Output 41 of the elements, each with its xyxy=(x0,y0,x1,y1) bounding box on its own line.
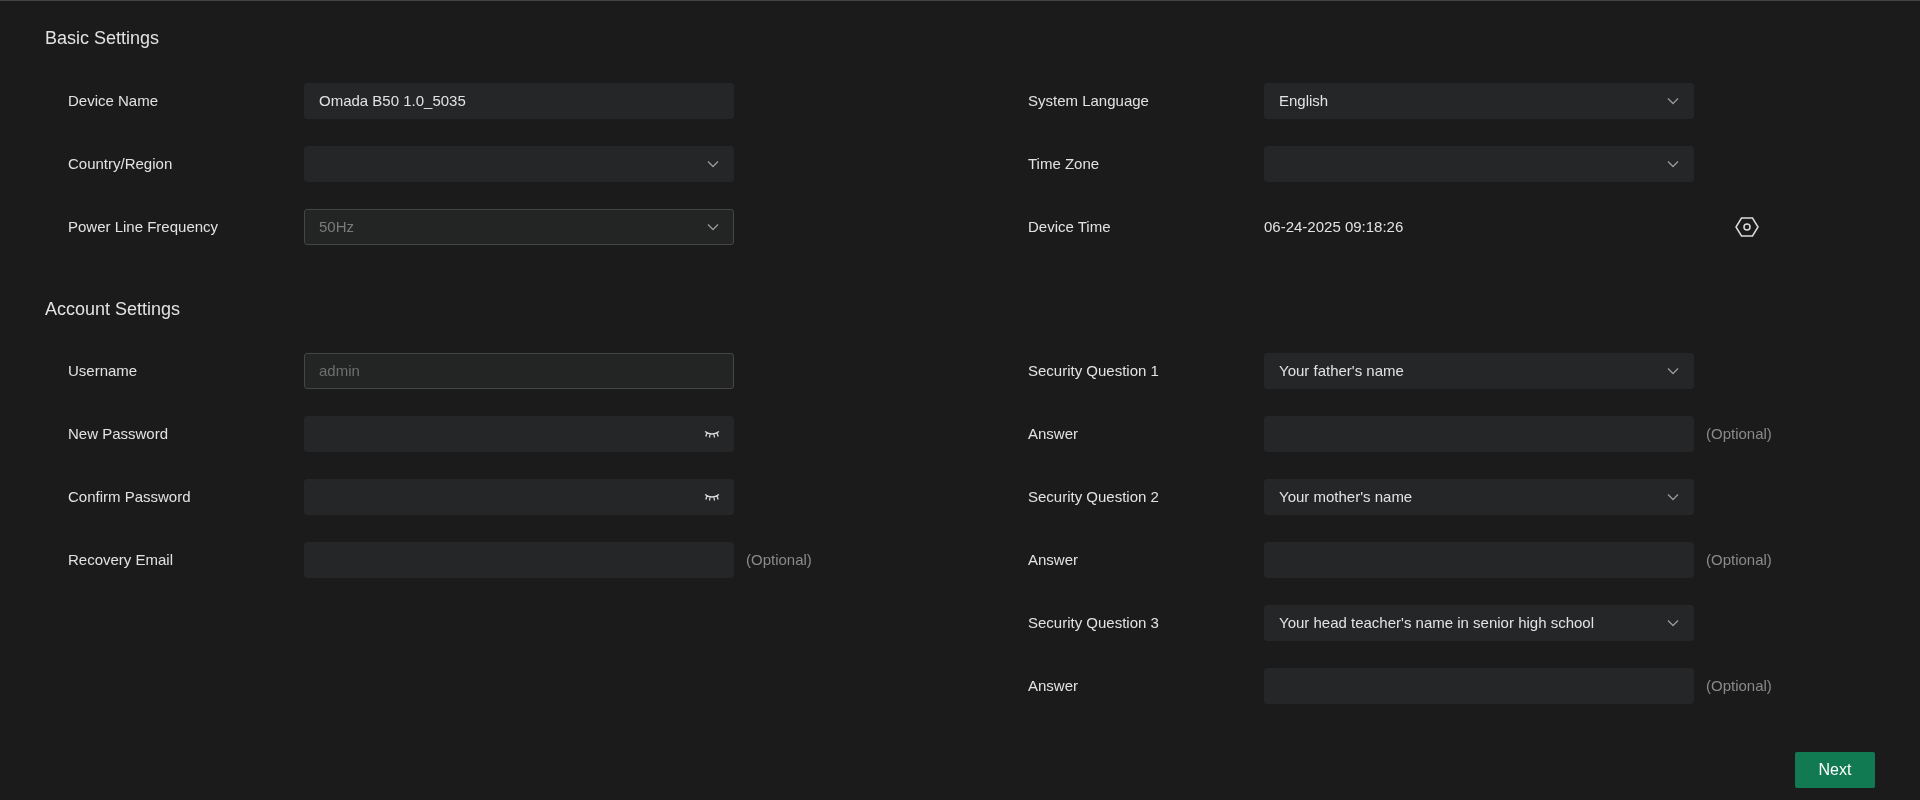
input-field[interactable]: Omada B50 1.0_5035 xyxy=(304,82,734,119)
dropdown: 50Hz xyxy=(304,208,734,245)
field-label: Answer xyxy=(1028,551,1080,568)
field-label: Answer xyxy=(1028,677,1080,694)
device-time-text: 06-24-2025 09:18:26 xyxy=(1264,218,1405,235)
hexagon-settings-icon[interactable] xyxy=(1735,215,1759,238)
section-title: Account Settings xyxy=(45,298,181,321)
field-label: New Password xyxy=(68,425,170,442)
optional-note: (Optional) xyxy=(1706,551,1772,568)
field-label: Time Zone xyxy=(1028,155,1101,172)
dropdown[interactable]: Your father's name xyxy=(1264,352,1694,389)
caret-icon[interactable] xyxy=(1667,492,1679,501)
field-label: Security Question 1 xyxy=(1028,362,1160,379)
dropdown[interactable]: Your head teacher's name in senior high school xyxy=(1264,604,1694,641)
field-label: Security Question 3 xyxy=(1028,614,1160,631)
optional-note: (Optional) xyxy=(746,551,812,568)
field-label: Answer xyxy=(1028,425,1080,442)
dropdown[interactable]: English xyxy=(1264,82,1694,119)
field-label: Device Name xyxy=(68,92,160,109)
field-label: Recovery Email xyxy=(68,551,175,568)
closed-eye-icon[interactable] xyxy=(704,492,720,501)
closed-eye-icon[interactable] xyxy=(704,429,720,438)
field-label: System Language xyxy=(1028,92,1150,109)
caret-icon[interactable] xyxy=(1667,618,1679,627)
caret-icon[interactable] xyxy=(1667,96,1679,105)
caret-icon[interactable] xyxy=(707,159,719,168)
input-field[interactable] xyxy=(304,415,734,452)
next-button[interactable]: Next xyxy=(1795,752,1875,788)
field-label: Username xyxy=(68,362,139,379)
input-field[interactable] xyxy=(304,478,734,515)
optional-note: (Optional) xyxy=(1706,677,1772,694)
section-title: Basic Settings xyxy=(45,27,160,50)
field-label: Power Line Frequency xyxy=(68,218,220,235)
field-label: Country/Region xyxy=(68,155,174,172)
optional-note: (Optional) xyxy=(1706,425,1772,442)
field-label: Security Question 2 xyxy=(1028,488,1160,505)
caret-icon[interactable] xyxy=(1667,159,1679,168)
dropdown[interactable]: Your mother's name xyxy=(1264,478,1694,515)
caret-icon[interactable] xyxy=(1667,366,1679,375)
field-label: Confirm Password xyxy=(68,488,192,505)
field-label: Device Time xyxy=(1028,218,1112,235)
